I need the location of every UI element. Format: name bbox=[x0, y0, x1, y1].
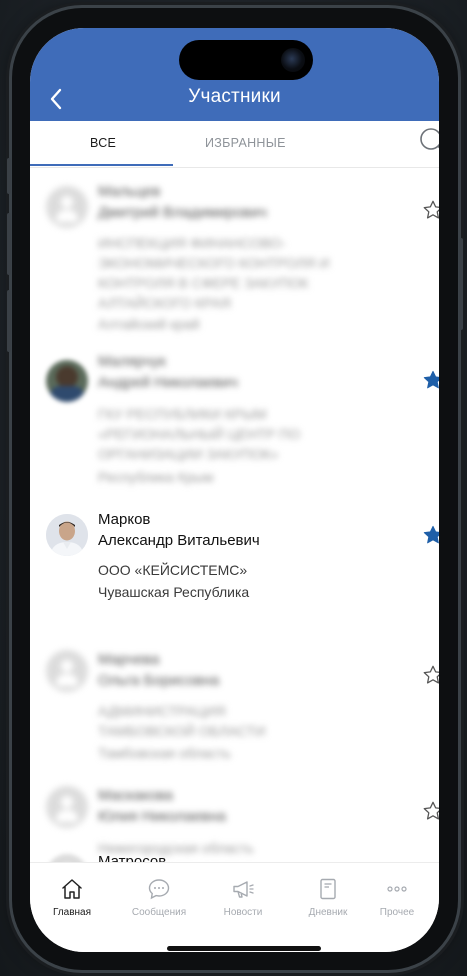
avatar bbox=[46, 650, 88, 692]
side-button bbox=[7, 213, 11, 275]
participant-last-name: Малярчук bbox=[98, 353, 166, 370]
participants-list: Мальцев Дмитрий Владимирович ИНСПЕКЦИЯ Ф… bbox=[30, 168, 439, 862]
star-outline-icon[interactable] bbox=[422, 800, 439, 822]
star-outline-icon[interactable] bbox=[422, 199, 439, 221]
participant-org: КОНТРОЛЯ В СФЕРЕ ЗАКУПОК bbox=[98, 275, 309, 291]
participant-org: «РЕГИОНАЛЬНЫЙ ЦЕНТР ПО bbox=[98, 426, 301, 442]
participant-org: ООО «КЕЙСИСТЕМС» bbox=[98, 562, 248, 578]
participant-first-name: Александр Витальевич bbox=[98, 532, 260, 549]
tab-bar-top: ВСЕ ИЗБРАННЫЕ bbox=[30, 121, 439, 167]
participant-org: ТАМБОВСКОЙ ОБЛАСТИ bbox=[98, 723, 266, 739]
megaphone-icon bbox=[233, 881, 254, 898]
app-header: Участники bbox=[30, 28, 439, 121]
side-button bbox=[459, 238, 463, 330]
tab-diary[interactable]: Дневник bbox=[288, 877, 368, 918]
more-icon bbox=[387, 886, 407, 892]
participant-last-name: Маскакова bbox=[98, 787, 173, 804]
participant-region: Алтайский край bbox=[98, 316, 200, 332]
tab-messages-label: Сообщения bbox=[131, 907, 187, 918]
avatar bbox=[46, 854, 88, 862]
avatar bbox=[46, 514, 88, 556]
tab-news-label: Новости bbox=[223, 907, 263, 918]
participant-org: ГКУ РЕСПУБЛИКИ КРЫМ bbox=[98, 406, 267, 422]
tab-home-label: Главная bbox=[52, 907, 92, 918]
camera-icon bbox=[281, 48, 305, 72]
participant-region: Республика Крым bbox=[98, 469, 214, 485]
participant-first-name: Ольга Борисовна bbox=[98, 672, 220, 689]
search-button[interactable] bbox=[419, 125, 439, 159]
tab-home[interactable]: Главная bbox=[32, 877, 112, 918]
avatar bbox=[46, 186, 88, 228]
tab-active-indicator bbox=[30, 164, 173, 166]
list-item[interactable]: Мальцев Дмитрий Владимирович ИНСПЕКЦИЯ Ф… bbox=[30, 168, 439, 336]
bottom-tab-bar: Главная Сообщения Новости Дневник Прочее bbox=[30, 862, 439, 952]
list-item[interactable]: Малярчук Андрей Николаевич ГКУ РЕСПУБЛИК… bbox=[30, 336, 439, 496]
star-outline-icon[interactable] bbox=[422, 664, 439, 686]
star-filled-icon[interactable] bbox=[422, 524, 439, 546]
screen: Участники ВСЕ ИЗБРАННЫЕ Мальцев Дмитрий … bbox=[30, 28, 439, 952]
side-button bbox=[7, 290, 11, 352]
tab-messages[interactable]: Сообщения bbox=[119, 877, 199, 918]
participant-org: АЛТАЙСКОГО КРАЯ bbox=[98, 295, 231, 311]
side-button bbox=[7, 158, 11, 194]
tab-favorites[interactable]: ИЗБРАННЫЕ bbox=[205, 136, 286, 150]
home-indicator[interactable] bbox=[167, 946, 321, 951]
page-title: Участники bbox=[188, 86, 281, 107]
tab-more[interactable]: Прочее bbox=[357, 877, 437, 918]
list-item[interactable]: Марчева Ольга Борисовна АДМИНИСТРАЦИЯ ТА… bbox=[30, 624, 439, 761]
person-photo bbox=[46, 514, 88, 556]
participant-first-name: Дмитрий Владимирович bbox=[98, 204, 267, 221]
notebook-icon bbox=[320, 878, 336, 900]
participant-org: ЭКОНОМИЧЕСКОГО КОНТРОЛЯ И bbox=[98, 255, 330, 271]
participant-last-name: Марчева bbox=[98, 651, 160, 668]
participant-last-name: Матросов bbox=[98, 853, 167, 862]
participant-region: Чувашская Республика bbox=[98, 584, 250, 600]
tab-diary-label: Дневник bbox=[308, 907, 348, 918]
participant-first-name: Андрей Николаевич bbox=[98, 374, 238, 391]
tab-more-label: Прочее bbox=[379, 907, 415, 918]
list-item[interactable]: Маскакова Юлия Николаевна Нижегородская … bbox=[30, 768, 439, 860]
chat-icon bbox=[148, 879, 170, 900]
tab-all[interactable]: ВСЕ bbox=[90, 136, 116, 150]
dynamic-island bbox=[179, 40, 313, 80]
participant-org: АДМИНИСТРАЦИЯ bbox=[98, 703, 226, 719]
participant-region: Тамбовская область bbox=[98, 745, 231, 761]
home-icon bbox=[62, 879, 82, 899]
participant-org: ОРГАНИЗАЦИИ ЗАКУПОК» bbox=[98, 446, 279, 462]
tab-news[interactable]: Новости bbox=[203, 877, 283, 918]
search-icon bbox=[420, 128, 439, 150]
list-item[interactable]: Марков Александр Витальевич ООО «КЕЙСИСТ… bbox=[30, 496, 439, 624]
participant-last-name: Мальцев bbox=[98, 183, 161, 200]
participant-first-name: Юлия Николаевна bbox=[98, 808, 226, 825]
star-filled-icon[interactable] bbox=[422, 369, 439, 391]
avatar bbox=[46, 786, 88, 828]
participant-org: ИНСПЕКЦИЯ ФИНАНСОВО- bbox=[98, 235, 286, 251]
participant-last-name: Марков bbox=[98, 511, 151, 528]
list-item[interactable]: Матросов bbox=[30, 852, 439, 862]
avatar bbox=[46, 360, 88, 402]
